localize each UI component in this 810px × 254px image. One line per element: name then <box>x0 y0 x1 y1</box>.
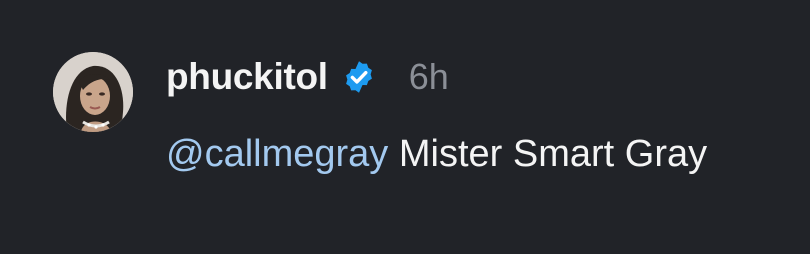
mention-link[interactable]: @callmegray <box>166 133 388 175</box>
timestamp: 6h <box>408 56 449 97</box>
comment-message: Mister Smart Gray <box>388 133 708 175</box>
username[interactable]: phuckitol <box>166 56 328 98</box>
verified-badge-icon <box>341 59 377 95</box>
comment-item: phuckitol 6h @callmegray Mister Smart Gr… <box>0 0 810 254</box>
comment-header: phuckitol 6h <box>166 52 449 102</box>
avatar[interactable] <box>53 52 133 132</box>
comment-text: @callmegray Mister Smart Gray <box>166 128 766 180</box>
avatar-image <box>53 52 133 132</box>
